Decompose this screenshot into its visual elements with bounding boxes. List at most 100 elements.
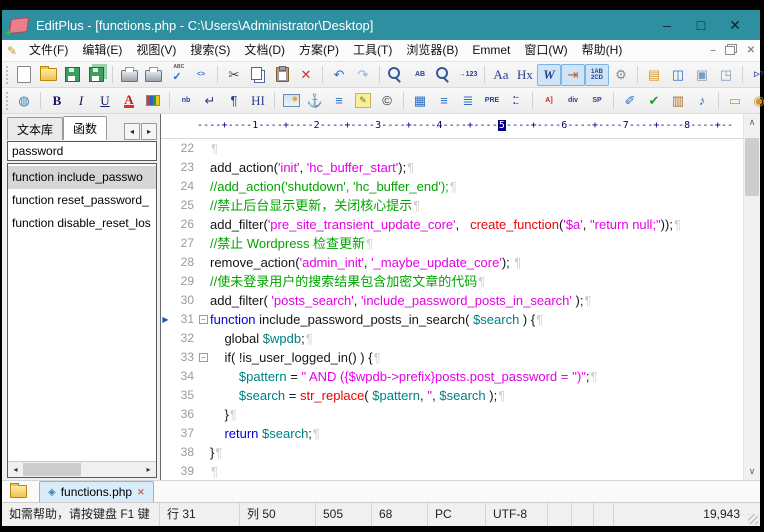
tab-scroll-right-button[interactable]: ▸ xyxy=(141,123,157,140)
close-button[interactable]: ✕ xyxy=(718,10,752,40)
code-line[interactable]: 26add_filter('pre_site_transient_update_… xyxy=(161,215,744,234)
form-radio-icon[interactable]: ◉ xyxy=(747,90,764,112)
scrollbar-thumb[interactable] xyxy=(745,138,759,196)
function-list-item[interactable]: function reset_password_ xyxy=(8,189,156,212)
code-line[interactable]: 34 $pattern = " AND ({$wpdb->prefix}post… xyxy=(161,367,744,386)
scroll-up-icon[interactable]: ∧ xyxy=(744,114,760,131)
div-align-icon[interactable]: ≡ xyxy=(432,90,456,112)
menu-item-6[interactable]: 方案(P) xyxy=(292,40,346,61)
music-icon[interactable]: ♪ xyxy=(690,90,714,112)
function-search-input[interactable] xyxy=(7,141,157,161)
cut-icon[interactable]: ✂ xyxy=(222,64,246,86)
open-in-browser-icon[interactable]: ◳ xyxy=(714,64,738,86)
heading-icon[interactable]: HI xyxy=(246,90,270,112)
minimize-button[interactable]: – xyxy=(650,10,684,40)
menu-item-11[interactable]: 帮助(H) xyxy=(575,40,630,61)
table-icon[interactable]: ▦ xyxy=(408,90,432,112)
goto-line-icon[interactable]: →123 xyxy=(456,64,480,86)
maximize-button[interactable]: □ xyxy=(684,10,718,40)
find-in-files-icon[interactable] xyxy=(432,64,456,86)
span-icon[interactable]: SP xyxy=(585,90,609,112)
function-list-item[interactable]: function disable_reset_los xyxy=(8,212,156,235)
div-icon[interactable]: div xyxy=(561,90,585,112)
tab-text-library[interactable]: 文本库 xyxy=(7,117,63,140)
menu-item-8[interactable]: 浏览器(B) xyxy=(399,40,465,61)
find-icon[interactable] xyxy=(384,64,408,86)
title-bar[interactable]: EditPlus - [functions.php - C:\Users\Adm… xyxy=(2,10,760,40)
menu-item-2[interactable]: 编辑(E) xyxy=(75,40,129,61)
scroll-left-icon[interactable]: ◂ xyxy=(8,465,23,474)
syntax-check-icon[interactable]: ✔ xyxy=(642,90,666,112)
mdi-close-button[interactable]: ✕ xyxy=(742,45,760,56)
menu-item-9[interactable]: Emmet xyxy=(465,40,517,61)
anchor-text-icon[interactable]: A] xyxy=(537,90,561,112)
code-line[interactable]: 28remove_action('admin_init', '_maybe_up… xyxy=(161,253,744,272)
mdi-minimize-button[interactable]: – xyxy=(704,45,722,56)
toolbar-grip[interactable] xyxy=(6,66,8,84)
menu-item-1[interactable]: 文件(F) xyxy=(22,40,75,61)
form-text-icon[interactable]: ▭ xyxy=(723,90,747,112)
code-line[interactable]: 22¶ xyxy=(161,139,744,158)
code-line[interactable]: 37 return $search;¶ xyxy=(161,424,744,443)
menu-item-4[interactable]: 搜索(S) xyxy=(183,40,237,61)
new-document-icon[interactable] xyxy=(12,64,36,86)
code-line[interactable]: 23add_action('init', 'hc_buffer_start');… xyxy=(161,158,744,177)
code-line[interactable]: 38}¶ xyxy=(161,443,744,462)
delete-icon[interactable]: ✕ xyxy=(294,64,318,86)
tab-functions[interactable]: 函数 xyxy=(63,116,107,140)
code-line[interactable]: 35 $search = str_replace( $pattern, '', … xyxy=(161,386,744,405)
print-icon[interactable] xyxy=(141,64,165,86)
code-view-icon[interactable]: <> xyxy=(189,64,213,86)
resize-grip[interactable] xyxy=(748,514,758,524)
code-line[interactable]: 29//使未登录用户的搜索结果包含加密文章的代码¶ xyxy=(161,272,744,291)
center-text-icon[interactable]: ≣ xyxy=(456,90,480,112)
document-list-icon[interactable]: ▤ xyxy=(642,64,666,86)
code-line[interactable]: 27//禁止 Wordpress 检查更新¶ xyxy=(161,234,744,253)
code-line[interactable]: 32 global $wpdb;¶ xyxy=(161,329,744,348)
browser-edit-icon[interactable]: ▣ xyxy=(690,64,714,86)
editor-vertical-scrollbar[interactable]: ∧ ∨ xyxy=(743,114,760,480)
auto-indent-icon[interactable]: ⇥ xyxy=(561,64,585,86)
mdi-restore-button[interactable] xyxy=(725,46,735,55)
code-line[interactable]: 33– if( !is_user_logged_in() ) {¶ xyxy=(161,348,744,367)
palette-icon[interactable] xyxy=(141,90,165,112)
list-icon[interactable]: •– •– xyxy=(504,90,528,112)
browser-icon[interactable]: ◍ xyxy=(12,90,36,112)
code-line[interactable]: 24//add_action('shutdown', 'hc_buffer_en… xyxy=(161,177,744,196)
line-break-icon[interactable]: ↵ xyxy=(198,90,222,112)
anchor-icon[interactable]: ⚓ xyxy=(303,90,327,112)
paste-icon[interactable] xyxy=(270,64,294,86)
code-editor[interactable]: ----+----1----+----2----+----3----+----4… xyxy=(160,114,760,480)
spell-check-icon[interactable]: ✓ xyxy=(165,64,189,86)
function-list-item[interactable]: function include_passwo xyxy=(8,166,156,189)
comment-icon[interactable]: ✎ xyxy=(351,90,375,112)
code-line[interactable]: 36 }¶ xyxy=(161,405,744,424)
print-preview-icon[interactable] xyxy=(117,64,141,86)
toolbar-grip[interactable] xyxy=(6,92,8,110)
scroll-right-icon[interactable]: ▸ xyxy=(141,465,156,474)
folder-icon[interactable] xyxy=(10,485,27,498)
undo-icon[interactable]: ↶ xyxy=(327,64,351,86)
image-icon[interactable] xyxy=(279,90,303,112)
underline-icon[interactable]: U xyxy=(93,90,117,112)
preferences-icon[interactable]: ⚙ xyxy=(609,64,633,86)
document-tab[interactable]: ◈ functions.php ✕ xyxy=(39,481,154,502)
menu-item-7[interactable]: 工具(T) xyxy=(346,40,399,61)
hr-icon[interactable]: ≡ xyxy=(327,90,351,112)
nbsp-icon[interactable]: nb xyxy=(174,90,198,112)
tab-scroll-left-button[interactable]: ◂ xyxy=(124,123,140,140)
fold-toggle-icon[interactable]: – xyxy=(197,348,210,367)
context-help-icon[interactable]: ▷? xyxy=(747,64,764,86)
save-icon[interactable] xyxy=(60,64,84,86)
menu-item-5[interactable]: 文档(D) xyxy=(237,40,292,61)
menu-item-3[interactable]: 视图(V) xyxy=(129,40,183,61)
code-line[interactable]: 25//禁止后台显示更新，关闭核心提示¶ xyxy=(161,196,744,215)
italic-icon[interactable]: I xyxy=(69,90,93,112)
hex-view-icon[interactable]: Hx xyxy=(513,64,537,86)
word-wrap-icon[interactable]: W xyxy=(537,64,561,86)
menu-item-10[interactable]: 窗口(W) xyxy=(517,40,574,61)
line-numbers-icon[interactable]: 1AB 2CD xyxy=(585,64,609,86)
script-icon[interactable]: ✐ xyxy=(618,90,642,112)
special-char-icon[interactable]: © xyxy=(375,90,399,112)
code-line[interactable]: ▶31–function include_password_posts_in_s… xyxy=(161,310,744,329)
